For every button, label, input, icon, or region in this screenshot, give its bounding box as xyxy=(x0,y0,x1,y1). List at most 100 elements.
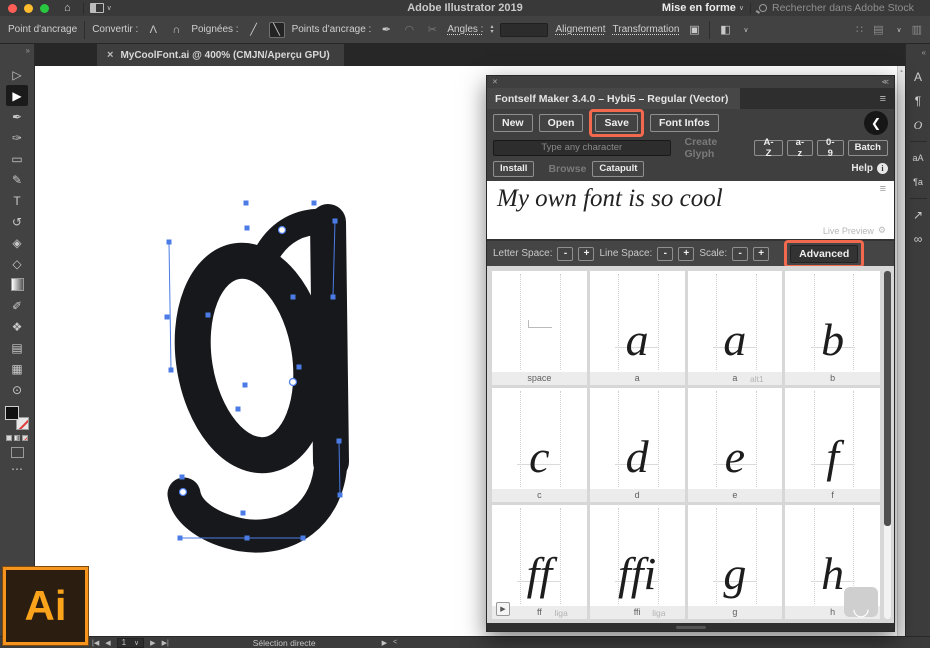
letter-space-minus-button[interactable]: - xyxy=(557,247,573,261)
close-window-button[interactable] xyxy=(8,4,17,13)
chevron-down-icon[interactable]: ∨ xyxy=(739,4,744,12)
glyph-cell-g[interactable]: g g xyxy=(688,505,783,619)
glyph-cell-c[interactable]: c c xyxy=(492,388,587,502)
drawing-modes-button[interactable] xyxy=(11,447,24,458)
workspace-dots-icon[interactable]: ∷ xyxy=(856,23,863,36)
glyph-artwork[interactable] xyxy=(130,170,390,570)
advanced-button[interactable]: Advanced xyxy=(790,245,858,263)
uppercase-button[interactable]: A-Z xyxy=(754,140,783,156)
letter-space-plus-button[interactable]: + xyxy=(578,247,594,261)
preview-text[interactable]: My own font is so cool xyxy=(497,185,723,213)
line-space-minus-button[interactable]: - xyxy=(657,247,673,261)
chat-smiley-icon[interactable]: ◡ xyxy=(844,587,878,617)
adobe-stock-search-input[interactable] xyxy=(772,2,922,14)
remove-anchor-icon[interactable]: ✒ xyxy=(378,22,394,38)
fontself-logo[interactable]: ❮ xyxy=(864,111,888,135)
scrollbar-thumb[interactable] xyxy=(884,271,891,526)
info-icon[interactable]: i xyxy=(877,163,888,174)
glyph-grid-scrollbar[interactable] xyxy=(884,271,891,619)
hide-handles-icon[interactable]: ╱ xyxy=(246,22,262,38)
help-link[interactable]: Help i xyxy=(851,163,888,174)
gradient-tool[interactable] xyxy=(6,274,28,295)
shape-builder-icon[interactable]: ◧ xyxy=(717,22,733,38)
paragraph-panel-icon[interactable]: ¶ xyxy=(907,91,929,111)
batch-button[interactable]: Batch xyxy=(848,140,888,156)
dock-options-icon[interactable]: ▤ xyxy=(873,23,883,36)
transform-link[interactable]: Transformation xyxy=(613,24,680,35)
lowercase-button[interactable]: a-z xyxy=(787,140,813,156)
selection-tool[interactable]: ▷ xyxy=(6,64,28,85)
convert-to-corner-icon[interactable]: Λ xyxy=(145,22,161,38)
shaper-tool[interactable]: ◈ xyxy=(6,232,28,253)
artboard-number-dropdown[interactable]: 1 ∨ xyxy=(117,638,145,648)
save-button[interactable]: Save xyxy=(595,114,638,132)
close-document-icon[interactable]: × xyxy=(107,49,113,61)
catapult-button[interactable]: Catapult xyxy=(592,161,644,177)
create-glyph-button[interactable]: Create Glyph xyxy=(685,136,749,160)
install-button[interactable]: Install xyxy=(493,161,534,177)
zoom-window-button[interactable] xyxy=(40,4,49,13)
fontself-tab[interactable]: Fontself Maker 3.4.0 – Hybi5 – Regular (… xyxy=(487,88,740,109)
digits-button[interactable]: 0-9 xyxy=(817,140,844,156)
align-link[interactable]: Alignement xyxy=(555,24,605,35)
new-button[interactable]: New xyxy=(493,114,533,132)
font-infos-button[interactable]: Font Infos xyxy=(650,114,719,132)
minimize-window-button[interactable] xyxy=(24,4,33,13)
chevron-down-icon[interactable]: ∨ xyxy=(134,639,139,647)
angles-stepper[interactable]: ▴ ▾ xyxy=(490,25,493,35)
glyph-cell-e[interactable]: e e xyxy=(688,388,783,502)
paintbrush-tool[interactable]: ✎ xyxy=(6,169,28,190)
glyph-cell-space[interactable]: space xyxy=(492,271,587,385)
last-artboard-icon[interactable]: ▶| xyxy=(162,639,169,647)
free-transform-icon[interactable]: ▣ xyxy=(686,22,702,38)
color-mode-buttons[interactable] xyxy=(6,435,28,441)
preview-menu-icon[interactable]: ≡ xyxy=(880,183,886,195)
scale-plus-button[interactable]: + xyxy=(753,247,769,261)
scroll-left-icon[interactable]: < xyxy=(393,639,397,646)
search-icon[interactable] xyxy=(759,4,767,12)
first-artboard-icon[interactable]: |◀ xyxy=(92,639,99,647)
export-panel-icon[interactable]: ↗ xyxy=(907,205,929,225)
convert-to-smooth-icon[interactable]: ∩ xyxy=(168,22,184,38)
panel-menu-icon[interactable]: ≡ xyxy=(880,93,894,105)
glyph-cell-d[interactable]: d d xyxy=(590,388,685,502)
document-tab[interactable]: × MyCoolFont.ai @ 400% (CMJN/Aperçu GPU) xyxy=(97,44,344,66)
graph-tool[interactable]: ▤ xyxy=(6,337,28,358)
chevron-down-icon[interactable]: ∨ xyxy=(107,4,112,12)
curvature-tool[interactable]: ✑ xyxy=(6,127,28,148)
glyph-cell-a[interactable]: a a xyxy=(590,271,685,385)
previous-artboard-icon[interactable]: ◀ xyxy=(105,639,110,647)
angles-link[interactable]: Angles : xyxy=(447,24,483,35)
resize-handle[interactable] xyxy=(676,626,706,629)
paragraph-styles-panel-icon[interactable]: ¶a xyxy=(907,172,929,192)
toolbar-more-icon[interactable]: ⋯ xyxy=(6,458,28,479)
character-panel-icon[interactable]: A xyxy=(907,67,929,87)
none-button[interactable] xyxy=(22,435,28,441)
canvas-vertical-scrollbar[interactable]: ▴ xyxy=(897,66,905,636)
scroll-up-icon[interactable]: ▴ xyxy=(898,66,905,74)
cut-path-icon[interactable]: ✂ xyxy=(424,22,440,38)
font-preview-area[interactable]: My own font is so cool ≡ Live Preview ⚙ xyxy=(487,181,894,239)
browse-button[interactable]: Browse xyxy=(548,163,586,175)
play-icon[interactable]: ▶ xyxy=(496,602,510,616)
list-view-icon[interactable]: ▥ xyxy=(912,23,922,36)
blend-tool[interactable]: ❖ xyxy=(6,316,28,337)
open-button[interactable]: Open xyxy=(539,114,584,132)
connect-path-icon[interactable]: ◠ xyxy=(401,22,417,38)
collapse-panel-icon[interactable]: ≪ xyxy=(882,78,889,86)
scale-minus-button[interactable]: - xyxy=(732,247,748,261)
panel-resize-bar[interactable] xyxy=(487,623,894,631)
pen-tool[interactable]: ✒ xyxy=(6,106,28,127)
zoom-tool[interactable]: ⊙ xyxy=(6,379,28,400)
chevron-down-icon[interactable]: ∨ xyxy=(743,26,748,34)
home-icon[interactable]: ⌂ xyxy=(64,3,71,14)
fill-stroke-swatches[interactable] xyxy=(5,406,29,430)
gradient-button[interactable] xyxy=(14,435,20,441)
glyph-cell-f[interactable]: f f xyxy=(785,388,880,502)
scale-tool[interactable]: ◇ xyxy=(6,253,28,274)
close-panel-icon[interactable]: ✕ xyxy=(492,78,498,86)
tools-panel-overflow[interactable]: » xyxy=(0,44,34,64)
stepper-down-icon[interactable]: ▾ xyxy=(490,30,493,35)
line-space-plus-button[interactable]: + xyxy=(678,247,694,261)
glyph-cell-a-alt1[interactable]: a a alt1 xyxy=(688,271,783,385)
